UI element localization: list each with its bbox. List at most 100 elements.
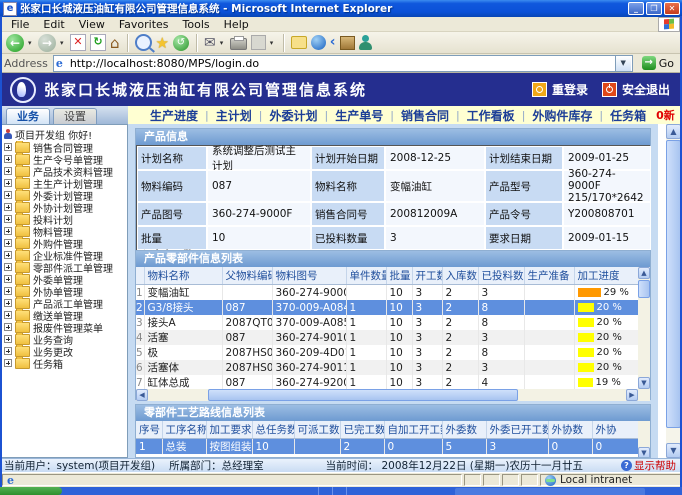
col-header[interactable]: 外协	[592, 421, 640, 439]
parts-row[interactable]: 3接头A2087QT002370-009-A085011032820 %	[136, 315, 640, 330]
back-caret-icon[interactable]: ▾	[28, 39, 34, 47]
favorites-icon[interactable]: ★	[156, 35, 169, 51]
nav-item-7[interactable]: 外购件库存	[532, 107, 592, 124]
col-header[interactable]: 物料图号	[272, 267, 346, 285]
col-header[interactable]: 总任务数	[252, 421, 294, 439]
parts-vscrollbar[interactable]: ▲ ▼	[638, 267, 650, 389]
tree-item[interactable]: 业务查询	[1, 333, 127, 345]
parts-hscrollbar[interactable]: ◀ ▶	[136, 389, 650, 401]
expand-icon[interactable]	[4, 203, 12, 211]
back-icon[interactable]: ←	[6, 34, 24, 52]
start-button[interactable]	[0, 487, 62, 495]
col-header[interactable]: 入库数	[442, 267, 478, 285]
parts-row[interactable]: 5极2087HS002360-209-4D01011032820 %	[136, 345, 640, 360]
expand-icon[interactable]	[4, 347, 12, 355]
web-icon[interactable]	[311, 35, 326, 50]
history-icon[interactable]: ↺	[173, 35, 189, 51]
tree-item[interactable]: 外购件管理	[1, 237, 127, 249]
tree-item[interactable]: 投料计划	[1, 213, 127, 225]
print-icon[interactable]	[230, 38, 247, 50]
tree-item[interactable]: 产品派工单管理	[1, 297, 127, 309]
tree-item[interactable]: 外委计划管理	[1, 189, 127, 201]
expand-icon[interactable]	[4, 143, 12, 151]
route-vscrollbar[interactable]: ▼	[638, 421, 650, 458]
stop-icon[interactable]: ✕	[70, 34, 86, 51]
relogin-button[interactable]: 重登录	[532, 81, 588, 98]
tab-business[interactable]: 业务	[6, 108, 50, 124]
scroll-left-icon[interactable]: ◀	[136, 389, 148, 401]
col-header[interactable]: 单件数量	[346, 267, 386, 285]
expand-icon[interactable]	[4, 263, 12, 271]
col-header[interactable]: 外委已开工数	[486, 421, 548, 439]
expand-icon[interactable]	[4, 311, 12, 319]
page-vscrollbar[interactable]: ▲ ▼	[666, 124, 681, 458]
show-help-link[interactable]: ? 显示帮助	[621, 458, 676, 473]
expand-icon[interactable]	[4, 191, 12, 199]
parts-row[interactable]: 4活塞087360-274-9010F11032320 %	[136, 330, 640, 345]
tree-item[interactable]: 主生产计划管理	[1, 177, 127, 189]
nav-item-4[interactable]: 生产单号	[335, 107, 383, 124]
address-input[interactable]	[70, 57, 615, 70]
tree-item[interactable]: 零部件派工单管理	[1, 261, 127, 273]
nav-item-2[interactable]: 主计划	[216, 107, 252, 124]
tree-item[interactable]: 外协单管理	[1, 285, 127, 297]
nav-item-5[interactable]: 销售合同	[401, 107, 449, 124]
scroll-right-icon[interactable]: ▶	[626, 389, 638, 401]
expand-icon[interactable]	[4, 155, 12, 163]
parts-row[interactable]: 2G3/8接头087370-009-A084011032820 %	[136, 300, 640, 315]
edit-icon[interactable]	[251, 35, 266, 50]
nav-item-8[interactable]: 任务箱	[610, 107, 646, 124]
tree-item[interactable]: 外协计划管理	[1, 201, 127, 213]
tree-item[interactable]: 外委单管理	[1, 273, 127, 285]
tree-item[interactable]: 销售合同管理	[1, 141, 127, 153]
forward-icon[interactable]: →	[38, 34, 56, 52]
col-header[interactable]: 物料名称	[144, 267, 222, 285]
tree-item[interactable]: 缴送单管理	[1, 309, 127, 321]
nav-item-6[interactable]: 工作看板	[467, 107, 515, 124]
col-header[interactable]: 自加工开工数	[384, 421, 442, 439]
go-button[interactable]: → Go	[638, 55, 678, 72]
scroll-down-icon[interactable]: ▼	[638, 377, 650, 389]
tab-settings[interactable]: 设置	[53, 108, 97, 124]
search-icon[interactable]	[135, 34, 152, 51]
tree-item[interactable]: 产品技术资料管理	[1, 165, 127, 177]
mail-icon[interactable]: ✉	[204, 35, 216, 51]
research-icon[interactable]	[340, 36, 355, 50]
taskbar-button[interactable]	[455, 488, 645, 495]
col-header[interactable]: 工序名称	[162, 421, 206, 439]
col-header[interactable]: 批量	[386, 267, 412, 285]
col-header[interactable]: 加工要求	[206, 421, 252, 439]
col-header[interactable]: 父物料编码	[222, 267, 272, 285]
tree-item[interactable]: 企业标准件管理	[1, 249, 127, 261]
expand-icon[interactable]	[4, 275, 12, 283]
refresh-icon[interactable]: ↻	[90, 34, 106, 51]
close-button[interactable]: ✕	[664, 2, 680, 15]
col-header[interactable]: 外协数	[548, 421, 592, 439]
nav-item-1[interactable]: 生产进度	[150, 107, 198, 124]
scroll-up-icon[interactable]: ▲	[638, 267, 650, 279]
menu-favorites[interactable]: Favorites	[112, 18, 176, 31]
discuss-icon[interactable]	[291, 36, 307, 49]
col-header[interactable]: 已投料数	[478, 267, 524, 285]
tree-item[interactable]: 业务更改	[1, 345, 127, 357]
maximize-button[interactable]: ❐	[646, 2, 662, 15]
badge-new[interactable]: 0新	[656, 107, 675, 123]
tree-item[interactable]: 物料管理	[1, 225, 127, 237]
expand-icon[interactable]	[4, 215, 12, 223]
col-header[interactable]: 外委数	[442, 421, 486, 439]
expand-icon[interactable]	[4, 227, 12, 235]
messenger-icon[interactable]	[359, 35, 372, 50]
msn-icon[interactable]: ‹	[330, 35, 336, 50]
logout-button[interactable]: 安全退出	[602, 81, 670, 98]
tree-item[interactable]: 报废件管理菜单	[1, 321, 127, 333]
col-header[interactable]: 可派工数	[294, 421, 340, 439]
expand-icon[interactable]	[4, 359, 12, 367]
edit-caret-icon[interactable]: ▾	[270, 39, 276, 47]
menu-tools[interactable]: Tools	[176, 18, 217, 31]
expand-icon[interactable]	[4, 335, 12, 343]
menu-file[interactable]: File	[4, 18, 36, 31]
expand-icon[interactable]	[4, 167, 12, 175]
col-header[interactable]: 加工进度	[574, 267, 640, 285]
windows-taskbar[interactable]	[0, 487, 682, 495]
menu-edit[interactable]: Edit	[36, 18, 71, 31]
